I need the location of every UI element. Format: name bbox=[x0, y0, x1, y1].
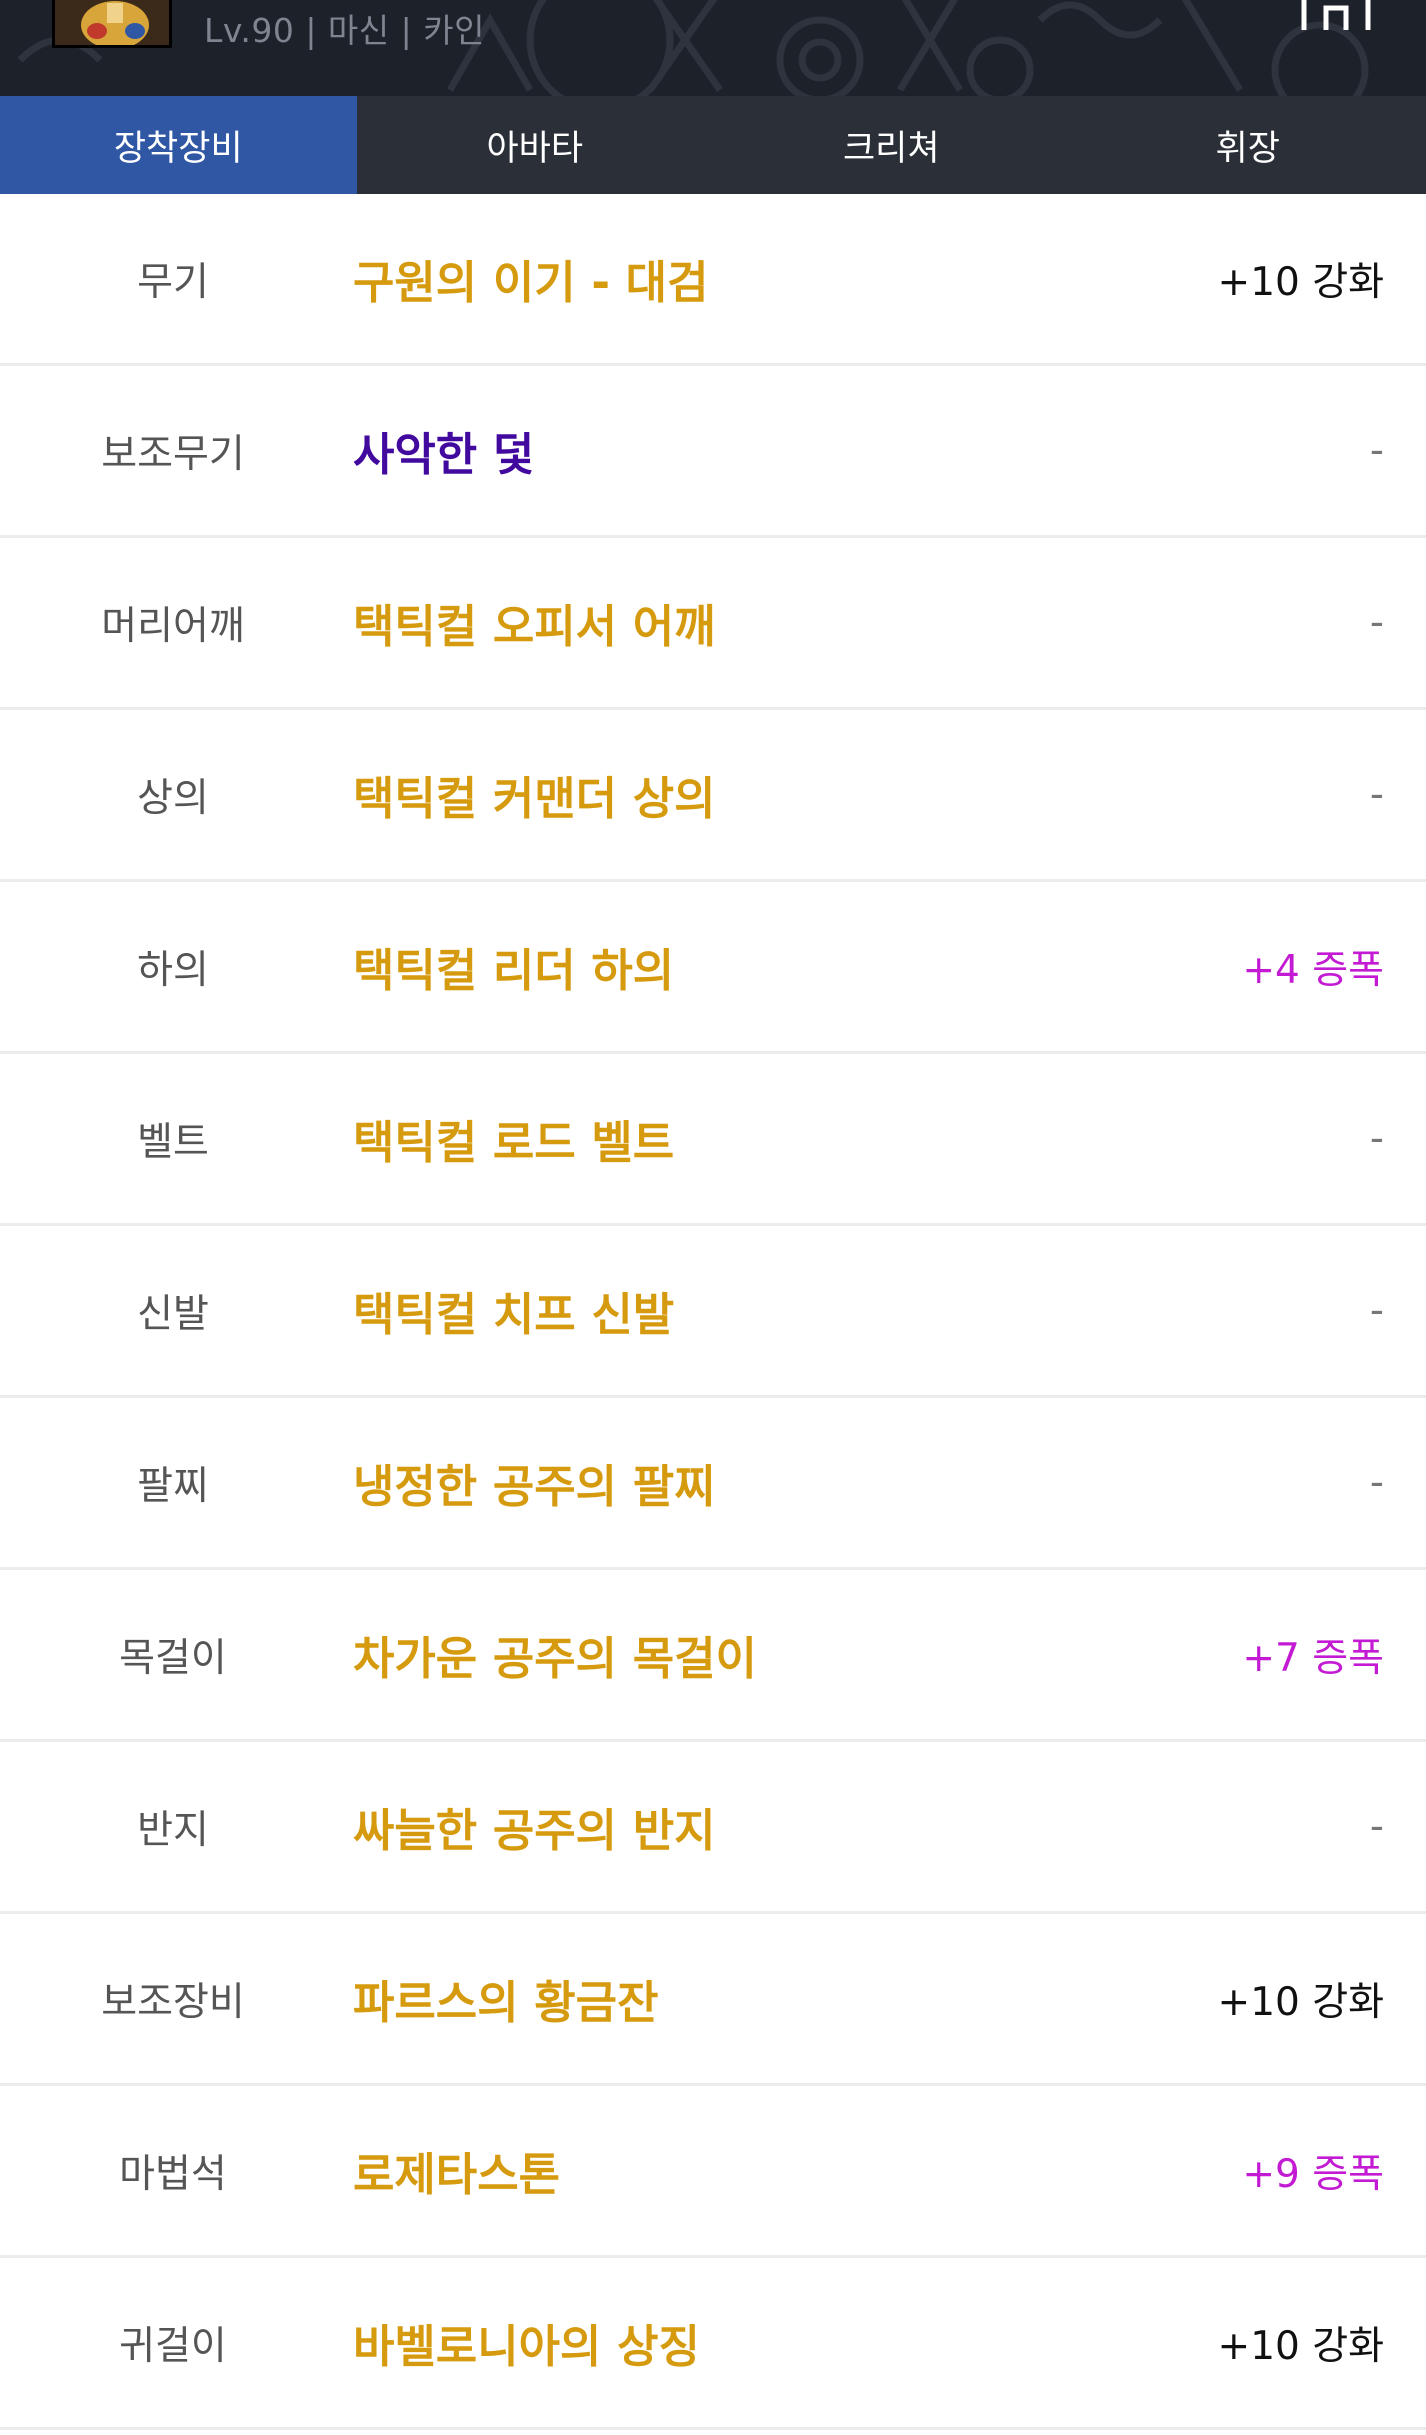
equipment-row[interactable]: 반지 싸늘한 공주의 반지 - bbox=[0, 1742, 1426, 1914]
equipment-item-name[interactable]: 파르스의 황금잔 bbox=[353, 1914, 658, 2083]
equipment-slot-label: 마법석 bbox=[119, 2151, 227, 2197]
equipment-item-name[interactable]: 바벨로니아의 상징 bbox=[353, 2258, 700, 2427]
equipment-enhancement: - bbox=[1369, 1116, 1384, 1161]
tab-bar: 장착장비 아바타 크리쳐 휘장 bbox=[0, 96, 1426, 194]
equipment-enhancement: - bbox=[1369, 1288, 1384, 1333]
equipment-slot-label: 하의 bbox=[137, 947, 209, 993]
equipment-enhancement: - bbox=[1369, 1804, 1384, 1849]
equipment-row[interactable]: 보조무기 사악한 덫 - bbox=[0, 366, 1426, 538]
equipment-enhancement: +4 증폭 bbox=[1242, 947, 1384, 993]
equipment-list: 무기 구원의 이기 - 대검 +10 강화 보조무기 사악한 덫 - 머리어깨 택틱컬 오피서… bbox=[0, 194, 1426, 2430]
character-info: Lv.90 | 마신 | 카인 bbox=[204, 11, 485, 50]
equipment-row[interactable]: 무기 구원의 이기 - 대검 +10 강화 bbox=[0, 194, 1426, 366]
equipment-item-name[interactable]: 냉정한 공주의 팔찌 bbox=[353, 1398, 716, 1567]
equipment-slot-label: 팔찌 bbox=[137, 1463, 209, 1509]
equipment-item-name[interactable]: 택틱컬 오피서 어깨 bbox=[353, 538, 716, 707]
equipment-slot-label: 신발 bbox=[137, 1291, 209, 1337]
equipment-row[interactable]: 벨트 택틱컬 로드 벨트 - bbox=[0, 1054, 1426, 1226]
equipment-item-name[interactable]: 택틱컬 리더 하의 bbox=[353, 882, 674, 1051]
tab-equipment[interactable]: 장착장비 bbox=[0, 96, 357, 194]
equipment-row[interactable]: 보조장비 파르스의 황금잔 +10 강화 bbox=[0, 1914, 1426, 2086]
equipment-enhancement: +10 강화 bbox=[1217, 1979, 1384, 2025]
equipment-row[interactable]: 상의 택틱컬 커맨더 상의 - bbox=[0, 710, 1426, 882]
equipment-row[interactable]: 목걸이 차가운 공주의 목걸이 +7 증폭 bbox=[0, 1570, 1426, 1742]
equipment-row[interactable]: 마법석 로제타스톤 +9 증폭 bbox=[0, 2086, 1426, 2258]
equipment-slot-label: 목걸이 bbox=[119, 1635, 227, 1681]
tab-creature[interactable]: 크리쳐 bbox=[713, 96, 1070, 194]
equipment-enhancement: - bbox=[1369, 1460, 1384, 1505]
equipment-item-name[interactable]: 택틱컬 치프 신발 bbox=[353, 1226, 674, 1395]
equipment-row[interactable]: 하의 택틱컬 리더 하의 +4 증폭 bbox=[0, 882, 1426, 1054]
equipment-row[interactable]: 머리어깨 택틱컬 오피서 어깨 - bbox=[0, 538, 1426, 710]
equipment-slot-label: 반지 bbox=[137, 1807, 209, 1853]
equipment-item-name[interactable]: 싸늘한 공주의 반지 bbox=[353, 1742, 716, 1911]
equipment-slot-label: 보조무기 bbox=[101, 431, 245, 477]
character-header: Lv.90 | 마신 | 카인 bbox=[0, 0, 1426, 96]
equipment-slot-label: 보조장비 bbox=[101, 1979, 245, 2025]
equipment-slot-label: 상의 bbox=[137, 775, 209, 821]
equipment-enhancement: - bbox=[1369, 428, 1384, 473]
character-portrait-icon bbox=[55, 0, 169, 45]
equipment-item-name[interactable]: 택틱컬 커맨더 상의 bbox=[353, 710, 716, 879]
tab-avatar[interactable]: 아바타 bbox=[357, 96, 714, 194]
equipment-slot-label: 귀걸이 bbox=[119, 2323, 227, 2369]
equipment-item-name[interactable]: 구원의 이기 - 대검 bbox=[353, 194, 708, 363]
equipment-enhancement: +9 증폭 bbox=[1242, 2151, 1384, 2197]
character-avatar bbox=[52, 0, 172, 48]
tab-insignia[interactable]: 휘장 bbox=[1070, 96, 1426, 194]
equipment-row[interactable]: 귀걸이 바벨로니아의 상징 +10 강화 bbox=[0, 2258, 1426, 2430]
equipment-row[interactable]: 신발 택틱컬 치프 신발 - bbox=[0, 1226, 1426, 1398]
equipment-item-name[interactable]: 택틱컬 로드 벨트 bbox=[353, 1054, 674, 1223]
equipment-enhancement: - bbox=[1369, 600, 1384, 645]
equipment-row[interactable]: 팔찌 냉정한 공주의 팔찌 - bbox=[0, 1398, 1426, 1570]
equipment-enhancement: - bbox=[1369, 772, 1384, 817]
equipment-enhancement: +7 증폭 bbox=[1242, 1635, 1384, 1681]
equipment-enhancement: +10 강화 bbox=[1217, 2323, 1384, 2369]
equipment-slot-label: 벨트 bbox=[137, 1119, 209, 1165]
equipment-slot-label: 머리어깨 bbox=[101, 603, 245, 649]
equipment-item-name[interactable]: 차가운 공주의 목걸이 bbox=[353, 1570, 757, 1739]
equipment-enhancement: +10 강화 bbox=[1217, 259, 1384, 305]
home-icon[interactable] bbox=[1296, 0, 1376, 30]
equipment-item-name[interactable]: 로제타스톤 bbox=[353, 2086, 560, 2255]
equipment-item-name[interactable]: 사악한 덫 bbox=[353, 366, 534, 535]
equipment-slot-label: 무기 bbox=[137, 259, 209, 305]
